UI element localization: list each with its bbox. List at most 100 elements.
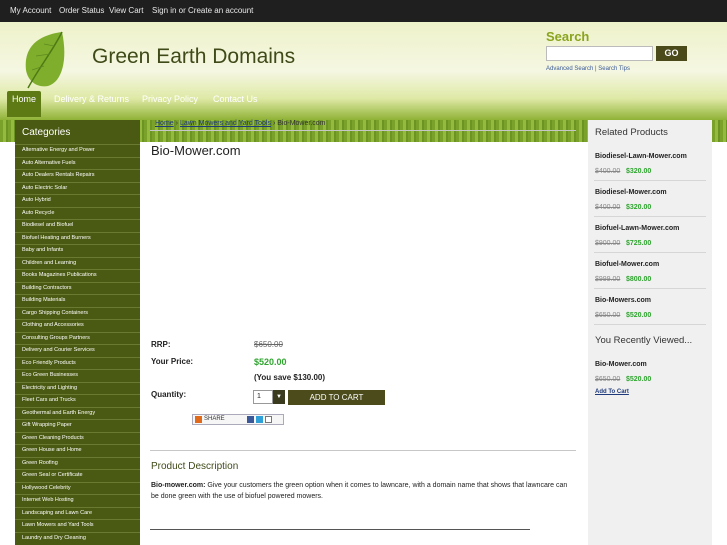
breadcrumb-current: Bio-Mower.com	[277, 120, 326, 127]
sidebar-item-category[interactable]: Internet Web Hosting	[15, 494, 140, 507]
sidebar-item-category[interactable]: Delivery and Courier Services	[15, 344, 140, 357]
sidebar-item-category[interactable]: Auto Alternative Fuels	[15, 156, 140, 170]
sidebar-item-category[interactable]: Building Contractors	[15, 281, 140, 295]
order-status-link[interactable]: Order Status	[59, 6, 104, 15]
related-item-old-price: $650.00	[595, 312, 621, 319]
breadcrumb-home[interactable]: Home	[155, 120, 174, 127]
recent-item-new-price: $520.00	[626, 376, 652, 383]
chevron-down-icon[interactable]: ▼	[273, 390, 285, 404]
add-to-cart-button[interactable]: ADD TO CART	[288, 390, 385, 405]
sidebar-item-category[interactable]: Cargo Shipping Containers	[15, 306, 140, 320]
sidebar-item-category[interactable]: Geothermal and Earth Energy	[15, 406, 140, 420]
quantity-select[interactable]: 1	[253, 390, 273, 404]
sidebar-item-category[interactable]: Building Materials	[15, 294, 140, 307]
twitter-icon[interactable]	[256, 416, 263, 423]
sidebar-item-category[interactable]: Auto Electric Solar	[15, 181, 140, 195]
search-links-divider: |	[595, 66, 597, 72]
search-label: Search	[546, 29, 590, 44]
related-item-name[interactable]: Bio-Mowers.com	[595, 297, 651, 304]
related-item-name[interactable]: Biodiesel-Lawn-Mower.com	[595, 153, 687, 160]
email-icon[interactable]	[265, 416, 272, 423]
related-products-heading: Related Products	[595, 127, 668, 138]
sidebar-item-category[interactable]: Auto Hybrid	[15, 194, 140, 207]
sidebar-item-category[interactable]: Lawn Mowers and Yard Tools	[15, 519, 140, 532]
my-account-link[interactable]: My Account	[10, 6, 51, 15]
divider	[594, 324, 706, 325]
savings-text: (You save $130.00)	[254, 373, 326, 382]
nav-privacy-policy[interactable]: Privacy Policy	[142, 91, 198, 117]
divider	[150, 529, 530, 530]
share-plus-icon	[195, 416, 202, 423]
leaf-logo-icon[interactable]	[22, 30, 68, 92]
breadcrumb: Home › Lawn Mowers and Yard Tools › Bio-…	[155, 120, 325, 127]
recent-item-name[interactable]: Bio-Mower.com	[595, 361, 647, 368]
sidebar-item-category[interactable]: Hollywood Celebrity	[15, 481, 140, 495]
view-cart-link[interactable]: View Cart	[109, 6, 144, 15]
divider	[594, 252, 706, 253]
sidebar-item-category[interactable]: Fleet Cars and Trucks	[15, 394, 140, 407]
sidebar-item-category[interactable]: Baby and Infants	[15, 244, 140, 257]
breadcrumb-separator-icon: ›	[175, 120, 178, 127]
right-sidebar: Related Products Biodiesel-Lawn-Mower.co…	[588, 120, 712, 545]
description-text: Bio-mower.com: Give your customers the g…	[151, 480, 571, 502]
sign-in-link[interactable]: Sign in or Create an account	[152, 6, 253, 15]
sidebar-item-category[interactable]: Eco Friendly Products	[15, 356, 140, 370]
sidebar-item-category[interactable]: Children and Learning	[15, 256, 140, 270]
nav-delivery-returns[interactable]: Delivery & Returns	[54, 91, 129, 117]
related-item-old-price: $999.00	[595, 276, 621, 283]
recent-item-old-price: $650.00	[595, 376, 621, 383]
sidebar-item-category[interactable]: Green Seal or Certificate	[15, 469, 140, 482]
sidebar-item-category[interactable]: Biofuel Heating and Burners	[15, 231, 140, 245]
divider	[150, 450, 576, 451]
sidebar-item-category[interactable]: Books Magazines Publications	[15, 269, 140, 282]
related-item-name[interactable]: Biofuel-Mower.com	[595, 261, 659, 268]
description-heading: Product Description	[151, 461, 239, 472]
search-tips-link[interactable]: Search Tips	[598, 66, 630, 72]
description-bold: Bio-mower.com:	[151, 482, 206, 489]
recent-add-to-cart-link[interactable]: Add To Cart	[595, 389, 629, 395]
advanced-search-link[interactable]: Advanced Search	[546, 66, 593, 72]
divider	[594, 288, 706, 289]
related-item-name[interactable]: Biofuel-Lawn-Mower.com	[595, 225, 679, 232]
your-price-label: Your Price:	[151, 357, 194, 366]
related-item-old-price: $900.00	[595, 240, 621, 247]
sidebar-item-category[interactable]: Gift Wrapping Paper	[15, 419, 140, 432]
description-body: Give your customers the green option whe…	[151, 482, 568, 500]
facebook-icon[interactable]	[247, 416, 254, 423]
share-button[interactable]: SHARE	[192, 414, 284, 425]
sidebar-item-category[interactable]: Eco Green Businesses	[15, 369, 140, 382]
sidebar-item-category[interactable]: Consulting Groups Partners	[15, 331, 140, 345]
search-input[interactable]	[546, 46, 653, 61]
sidebar-item-category[interactable]: Green Roofing	[15, 456, 140, 470]
breadcrumb-separator-icon: ›	[272, 120, 276, 127]
nav-home[interactable]: Home	[7, 91, 42, 117]
your-price-value: $520.00	[254, 357, 287, 367]
site-title[interactable]: Green Earth Domains	[92, 45, 295, 69]
sidebar-item-category[interactable]: Clothing and Accessories	[15, 319, 140, 332]
rrp-label: RRP:	[151, 340, 171, 349]
sidebar-item-category[interactable]: Auto Recycle	[15, 206, 140, 220]
divider	[150, 130, 576, 131]
sidebar-item-category[interactable]: Laundry and Dry Cleaning	[15, 531, 140, 545]
top-bar: My Account Order Status View Cart Sign i…	[0, 0, 727, 22]
related-item-name[interactable]: Biodiesel-Mower.com	[595, 189, 667, 196]
sidebar-item-category[interactable]: Electricity and Lighting	[15, 381, 140, 395]
categories-sidebar: Categories Alternative Energy and Power A…	[15, 120, 140, 545]
search-go-button[interactable]: GO	[656, 46, 687, 61]
related-item-new-price: $800.00	[626, 276, 652, 283]
categories-heading: Categories	[22, 127, 71, 138]
breadcrumb-category[interactable]: Lawn Mowers and Yard Tools	[180, 120, 271, 127]
search-links: Advanced Search | Search Tips	[546, 66, 630, 72]
sidebar-item-category[interactable]: Auto Dealers Rentals Repairs	[15, 169, 140, 182]
sidebar-item-category[interactable]: Green Cleaning Products	[15, 431, 140, 445]
related-item-old-price: $400.00	[595, 168, 621, 175]
share-label: SHARE	[204, 416, 225, 422]
sidebar-item-category[interactable]: Alternative Energy and Power	[15, 144, 140, 157]
sidebar-item-category[interactable]: Green House and Home	[15, 444, 140, 457]
quantity-label: Quantity:	[151, 390, 187, 399]
sidebar-item-category[interactable]: Landscaping and Lawn Care	[15, 506, 140, 520]
nav-contact-us[interactable]: Contact Us	[213, 91, 258, 117]
sidebar-item-category[interactable]: Biodiesel and Biofuel	[15, 219, 140, 232]
related-item-new-price: $725.00	[626, 240, 652, 247]
recently-viewed-heading: You Recently Viewed...	[595, 335, 693, 346]
